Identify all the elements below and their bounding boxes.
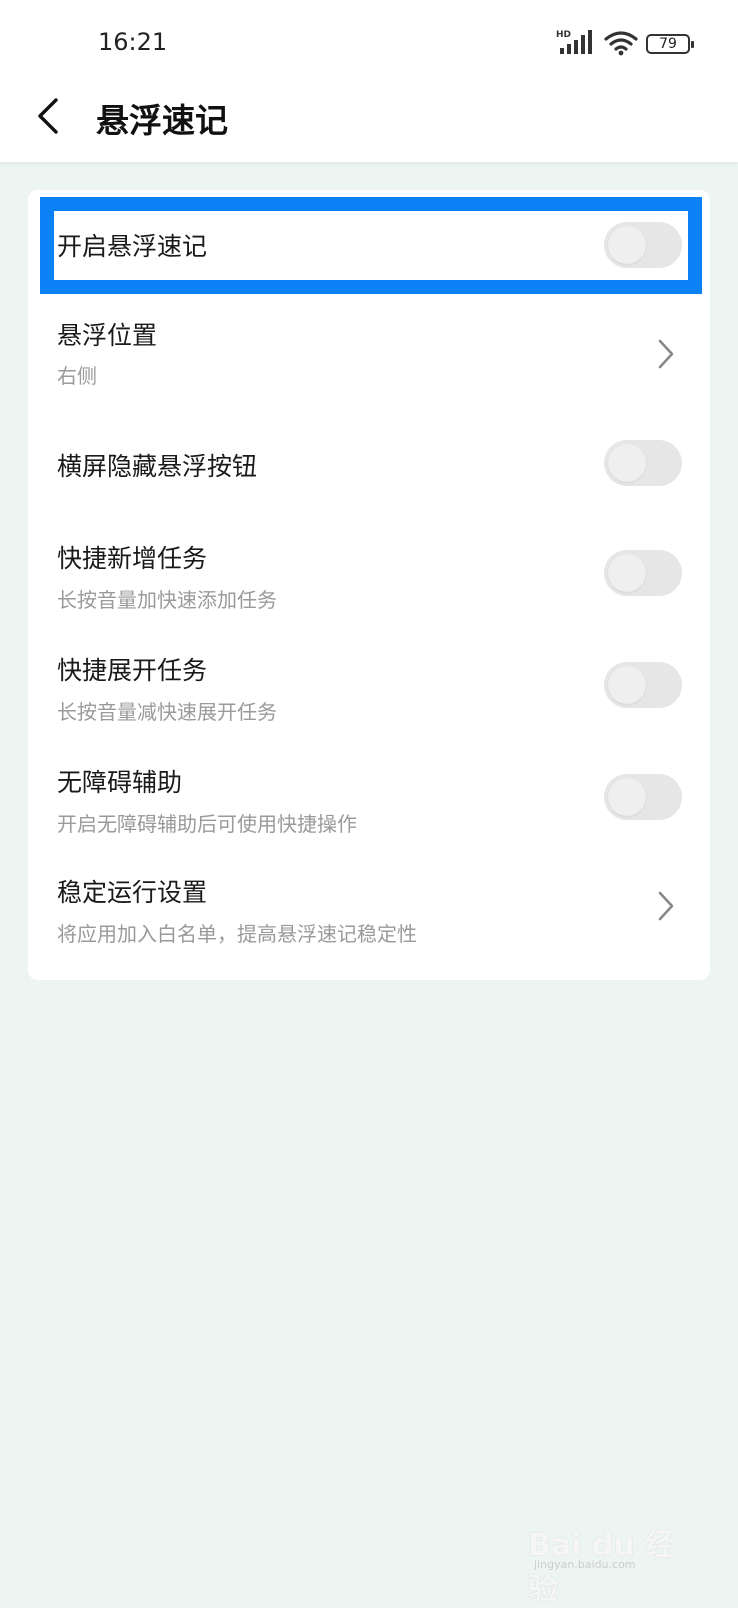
watermark-url: jingyan.baidu.com — [534, 1558, 636, 1571]
setting-subtitle: 将应用加入白名单，提高悬浮速记稳定性 — [57, 918, 417, 947]
setting-title: 横屏隐藏悬浮按钮 — [57, 447, 257, 483]
setting-subtitle: 长按音量加快速添加任务 — [57, 584, 277, 613]
toggle-knob — [608, 666, 646, 704]
app-header: 悬浮速记 — [0, 80, 738, 162]
status-bar: 16:21 HD 79 — [0, 0, 738, 80]
signal-icon: HD — [556, 28, 596, 56]
chevron-right-icon — [656, 890, 676, 922]
toggle-knob — [608, 778, 646, 816]
setting-title: 稳定运行设置 — [57, 873, 207, 909]
setting-subtitle: 长按音量减快速展开任务 — [57, 696, 277, 725]
enable-floating-notes-toggle[interactable] — [604, 222, 682, 268]
setting-floating-position[interactable]: 悬浮位置 右侧 — [28, 302, 710, 402]
baidu-watermark: Bai du 经验 jingyan.baidu.com — [528, 1520, 698, 1566]
hide-button-landscape-toggle[interactable] — [604, 440, 682, 486]
setting-value: 右侧 — [57, 360, 97, 389]
setting-accessibility[interactable]: 无障碍辅助 开启无障碍辅助后可使用快捷操作 — [28, 748, 710, 848]
wifi-icon — [604, 30, 638, 56]
toggle-knob — [608, 444, 646, 482]
setting-stable-running[interactable]: 稳定运行设置 将应用加入白名单，提高悬浮速记稳定性 — [28, 858, 710, 968]
setting-title: 开启悬浮速记 — [57, 227, 207, 263]
setting-title: 快捷展开任务 — [57, 651, 207, 687]
network-label: HD — [556, 30, 571, 40]
setting-quick-add-task[interactable]: 快捷新增任务 长按音量加快速添加任务 — [28, 524, 710, 624]
setting-hide-button-landscape[interactable]: 横屏隐藏悬浮按钮 — [28, 414, 710, 510]
setting-subtitle: 开启无障碍辅助后可使用快捷操作 — [57, 808, 357, 837]
setting-title: 悬浮位置 — [57, 316, 157, 352]
setting-title: 快捷新增任务 — [57, 539, 207, 575]
status-time: 16:21 — [98, 28, 167, 56]
page-title: 悬浮速记 — [96, 94, 228, 142]
setting-title: 无障碍辅助 — [57, 763, 182, 799]
battery-icon: 79 — [646, 34, 690, 54]
settings-card: 开启悬浮速记 悬浮位置 右侧 横屏隐藏悬浮按钮 快捷新增任务 长按音量加快速添加… — [28, 190, 710, 980]
back-arrow-icon[interactable] — [34, 96, 64, 136]
toggle-knob — [608, 226, 646, 264]
toggle-knob — [608, 554, 646, 592]
accessibility-toggle[interactable] — [604, 774, 682, 820]
chevron-right-icon — [656, 338, 676, 370]
quick-expand-task-toggle[interactable] — [604, 662, 682, 708]
setting-quick-expand-task[interactable]: 快捷展开任务 长按音量减快速展开任务 — [28, 636, 710, 736]
setting-enable-floating-notes[interactable]: 开启悬浮速记 — [28, 196, 710, 292]
quick-add-task-toggle[interactable] — [604, 550, 682, 596]
